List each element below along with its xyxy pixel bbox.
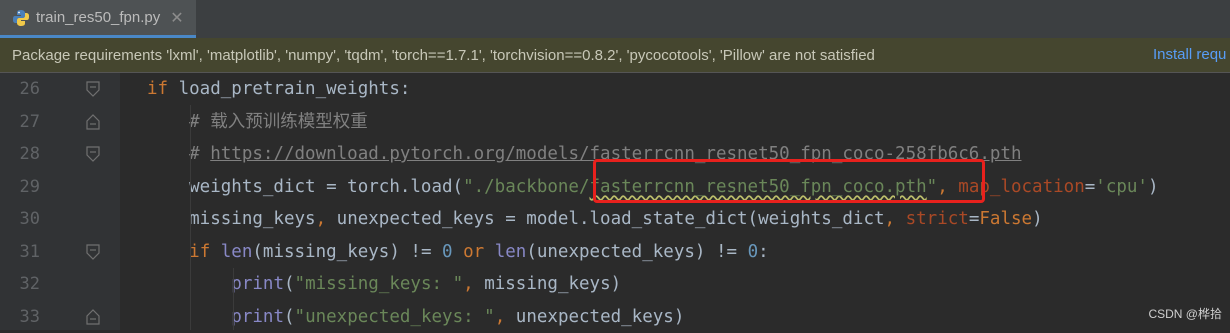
code-token: "./backbone/ bbox=[463, 176, 590, 197]
code-token: if bbox=[189, 241, 221, 262]
line-number: 27 bbox=[19, 111, 40, 132]
code-token: ( bbox=[283, 306, 295, 327]
line-number: 31 bbox=[19, 241, 40, 262]
close-icon[interactable]: ✕ bbox=[170, 8, 183, 28]
python-file-icon bbox=[12, 9, 30, 27]
editor-tab-bar: train_res50_fpn.py ✕ bbox=[0, 0, 1230, 39]
code-token: = bbox=[968, 209, 980, 229]
code-token: ( bbox=[283, 274, 295, 294]
code-token: missing_keys bbox=[147, 209, 316, 229]
code-token: "unexpected_keys: " bbox=[294, 306, 495, 327]
watermark: CSDN @桦拾 bbox=[1148, 307, 1222, 321]
fold-end-icon[interactable] bbox=[86, 113, 100, 130]
indent-guide bbox=[190, 105, 191, 330]
code-text: missing_keys, unexpected_keys = model.lo… bbox=[147, 203, 1043, 235]
code-line[interactable]: 31 if len(missing_keys) != 0 or len(unex… bbox=[0, 236, 1230, 268]
code-token: ) bbox=[1032, 209, 1043, 229]
banner-message: Package requirements 'lxml', 'matplotlib… bbox=[12, 46, 875, 64]
code-token: print bbox=[231, 306, 284, 327]
code-token: # bbox=[147, 144, 211, 164]
fold-open-icon[interactable] bbox=[86, 243, 100, 260]
code-token: , bbox=[494, 306, 516, 327]
install-requirements-link[interactable]: Install requ bbox=[1153, 38, 1230, 72]
code-token: print bbox=[231, 274, 284, 294]
fold-end-icon[interactable] bbox=[86, 308, 100, 325]
code-token: False bbox=[979, 209, 1033, 229]
code-token: len bbox=[220, 241, 253, 262]
code-token: unexpected_keys = model.load_state_dict(… bbox=[336, 209, 885, 229]
code-token: strict bbox=[905, 209, 969, 229]
code-token: 'cpu' bbox=[1095, 176, 1148, 197]
code-token: missing_keys) bbox=[484, 274, 622, 294]
line-number: 30 bbox=[19, 209, 40, 229]
code-token: len bbox=[494, 241, 527, 262]
code-token: ) bbox=[1147, 176, 1159, 197]
code-token: (unexpected_keys) != bbox=[526, 241, 748, 262]
tab-train-res50-fpn[interactable]: train_res50_fpn.py ✕ bbox=[0, 0, 196, 38]
line-number: 32 bbox=[19, 274, 40, 294]
code-line[interactable]: 30 missing_keys, unexpected_keys = model… bbox=[0, 203, 1230, 235]
code-text: print("unexpected_keys: ", unexpected_ke… bbox=[147, 301, 684, 333]
tab-label: train_res50_fpn.py bbox=[36, 9, 161, 26]
code-token: 0 bbox=[747, 241, 759, 262]
code-token: weights_dict = torch.load( bbox=[147, 176, 464, 197]
code-token: or bbox=[463, 241, 495, 262]
code-token: if bbox=[147, 79, 179, 99]
fold-open-icon[interactable] bbox=[86, 146, 100, 162]
package-requirements-banner: Package requirements 'lxml', 'matplotlib… bbox=[0, 38, 1230, 73]
line-number: 29 bbox=[19, 176, 40, 197]
code-text: # 载入预训练模型权重 bbox=[147, 106, 368, 138]
code-line[interactable]: 32 print("missing_keys: ", missing_keys) bbox=[0, 268, 1230, 300]
line-number: 28 bbox=[19, 144, 40, 164]
code-line[interactable]: 33 print("unexpected_keys: ", unexpected… bbox=[0, 301, 1230, 333]
fold-open-icon[interactable] bbox=[86, 81, 100, 97]
code-text: print("missing_keys: ", missing_keys) bbox=[147, 268, 621, 300]
code-token: , bbox=[315, 209, 337, 229]
code-token: , bbox=[463, 274, 485, 294]
highlight-annotation-box bbox=[593, 159, 985, 203]
code-token: (missing_keys) != bbox=[252, 241, 443, 262]
code-token: , bbox=[884, 209, 906, 229]
code-line[interactable]: 26 if load_pretrain_weights: bbox=[0, 73, 1230, 105]
code-token: # 载入预训练模型权重 bbox=[147, 111, 368, 132]
code-line[interactable]: 27 # 载入预训练模型权重 bbox=[0, 106, 1230, 138]
code-token: = bbox=[1084, 176, 1096, 197]
code-text: if load_pretrain_weights: bbox=[147, 73, 410, 105]
code-token: unexpected_keys) bbox=[515, 306, 685, 327]
line-number: 33 bbox=[19, 306, 40, 327]
code-text: if len(missing_keys) != 0 or len(unexpec… bbox=[147, 236, 769, 268]
indent-guide bbox=[233, 268, 234, 330]
line-number: 26 bbox=[19, 79, 40, 99]
code-token: load_pretrain_weights: bbox=[178, 79, 411, 99]
code-token: "missing_keys: " bbox=[294, 274, 464, 294]
code-token: : bbox=[758, 241, 769, 262]
code-token: 0 bbox=[442, 241, 464, 262]
